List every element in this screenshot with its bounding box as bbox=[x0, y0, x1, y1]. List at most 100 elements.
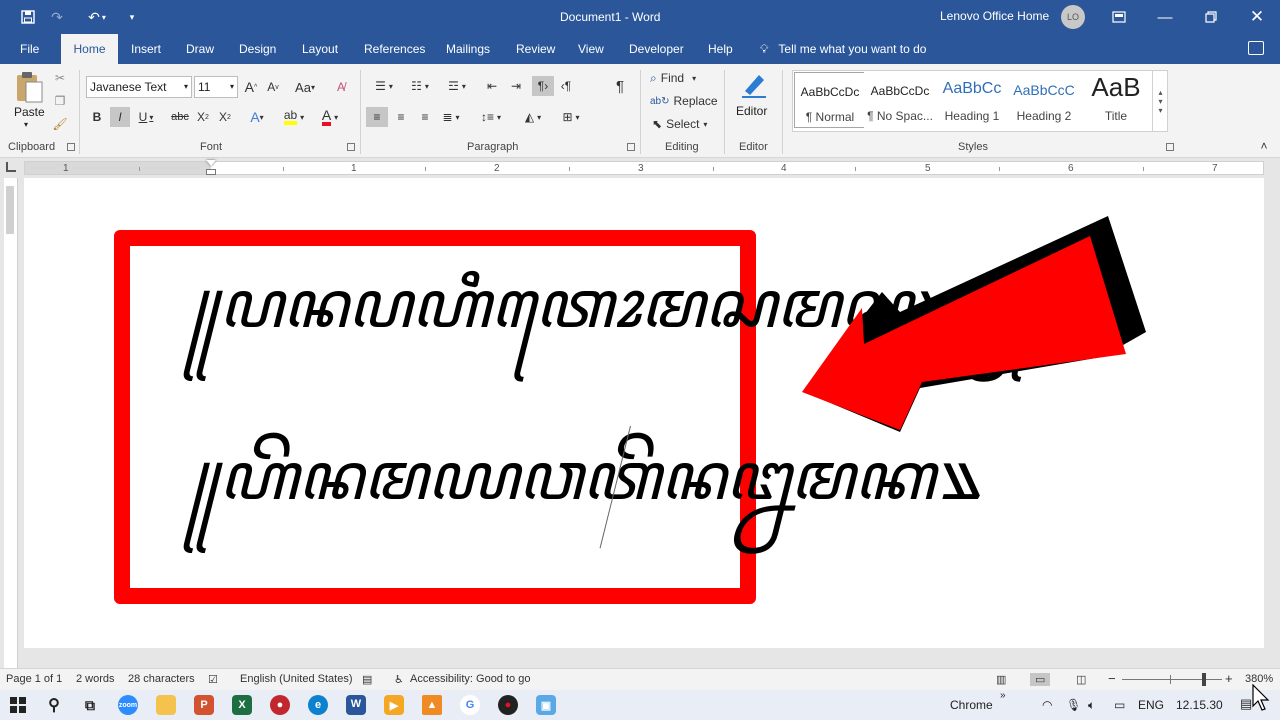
font-size-box[interactable]: 11 ▾ bbox=[194, 76, 238, 98]
indent-marker-icon[interactable] bbox=[206, 160, 216, 166]
style-normal[interactable]: AaBbCcDc ¶ Normal bbox=[794, 72, 866, 128]
show-marks-icon[interactable]: ¶ bbox=[610, 76, 630, 96]
input-language[interactable]: ENG bbox=[1138, 698, 1164, 712]
cut-icon[interactable]: ✂ bbox=[52, 70, 68, 86]
ruler-track[interactable]: 1 1 2 3 4 5 6 7 bbox=[24, 160, 1264, 175]
editor-button[interactable]: Editor bbox=[736, 104, 767, 118]
rtl-icon[interactable]: ‹¶ bbox=[556, 76, 576, 96]
language-status[interactable]: English (United States) bbox=[240, 673, 353, 685]
highlight-icon[interactable]: ab ▾ bbox=[278, 107, 310, 127]
tab-layout[interactable]: Layout bbox=[292, 34, 348, 64]
comments-icon[interactable] bbox=[1248, 41, 1264, 55]
word-icon[interactable]: W bbox=[346, 695, 366, 715]
zoom-in-icon[interactable]: + bbox=[1225, 671, 1233, 686]
line-spacing-icon[interactable]: ↕≡ ▾ bbox=[474, 107, 508, 127]
grow-font-icon[interactable]: A ^ bbox=[242, 77, 260, 97]
underline-icon[interactable]: U ▾ bbox=[134, 107, 158, 127]
task-view-icon[interactable]: ⧉ bbox=[80, 695, 100, 715]
shrink-font-icon[interactable]: Av bbox=[264, 77, 282, 97]
text-effects-icon[interactable]: A ▾ bbox=[244, 107, 270, 127]
bullets-icon[interactable]: ☰ ▾ bbox=[368, 76, 400, 96]
tab-review[interactable]: Review bbox=[506, 34, 565, 64]
microphone-icon[interactable]: 🎙︎ bbox=[1066, 698, 1081, 712]
volume-icon[interactable]: 🔈︎ bbox=[1088, 698, 1095, 713]
vlc-icon[interactable]: ▲ bbox=[422, 695, 442, 715]
search-icon[interactable]: ⚲ bbox=[44, 695, 64, 715]
windows-start-icon[interactable] bbox=[8, 695, 28, 715]
find-button[interactable]: ⌕ Find ▾ bbox=[650, 69, 712, 87]
notifications-icon[interactable]: ▤ bbox=[1240, 696, 1252, 712]
multilevel-list-icon[interactable]: ☲ ▾ bbox=[440, 76, 474, 96]
battery-icon[interactable]: ▭ bbox=[1114, 698, 1125, 712]
redo-icon[interactable]: ↷ bbox=[46, 0, 68, 34]
tab-file[interactable]: File bbox=[10, 34, 49, 64]
proofing-icon[interactable]: ☑ bbox=[208, 673, 218, 686]
superscript-icon[interactable]: X2 bbox=[216, 107, 234, 127]
increase-indent-icon[interactable]: ⇥ bbox=[506, 76, 526, 96]
zoom-thumb[interactable] bbox=[1202, 673, 1206, 686]
minimize-icon[interactable]: — bbox=[1142, 0, 1188, 34]
tab-design[interactable]: Design bbox=[229, 34, 286, 64]
media-player-icon[interactable]: ▶ bbox=[384, 695, 404, 715]
excel-icon[interactable]: X bbox=[232, 695, 252, 715]
italic-icon[interactable]: I bbox=[110, 107, 130, 127]
decrease-indent-icon[interactable]: ⇤ bbox=[482, 76, 502, 96]
subscript-icon[interactable]: X2 bbox=[194, 107, 212, 127]
replace-button[interactable]: ab↻ Replace bbox=[650, 92, 718, 110]
collapse-ribbon-icon[interactable]: ˄ bbox=[1256, 138, 1272, 154]
styles-scroll[interactable]: ▴ ▾ ▾ bbox=[1152, 70, 1168, 132]
font-name-box[interactable]: Javanese Text ▾ bbox=[86, 76, 192, 98]
numbering-icon[interactable]: ☷ ▾ bbox=[404, 76, 436, 96]
paste-icon[interactable] bbox=[12, 70, 46, 104]
align-right-icon[interactable]: ≡ bbox=[414, 107, 436, 127]
character-count[interactable]: 28 characters bbox=[128, 673, 195, 685]
clipboard-launcher-icon[interactable] bbox=[67, 143, 75, 151]
text-frame[interactable]: ꧋ꦥꦤꦥꦲꦶꦠꦺꦴꦩꦱꦩꦱ꧈ꦥ꧀ ꧋ꦲꦼꦤꦩꦪꦮꦠꦼꦤꦊꦩꦏ꧉ bbox=[114, 230, 1032, 604]
powerpoint-icon[interactable]: P bbox=[194, 695, 214, 715]
tab-selector-icon[interactable] bbox=[6, 162, 16, 172]
change-case-icon[interactable]: Aa ▾ bbox=[290, 77, 320, 97]
tab-references[interactable]: References bbox=[354, 34, 435, 64]
tab-mailings[interactable]: Mailings bbox=[436, 34, 500, 64]
page-count[interactable]: Page 1 of 1 bbox=[6, 673, 62, 685]
styles-launcher-icon[interactable] bbox=[1166, 143, 1174, 151]
style-heading-1[interactable]: AaBbCc Heading 1 bbox=[936, 72, 1008, 128]
track-changes-icon[interactable]: ▤ bbox=[362, 673, 372, 686]
justify-icon[interactable]: ≣ ▾ bbox=[436, 107, 466, 127]
word-count[interactable]: 2 words bbox=[76, 673, 115, 685]
vertical-ruler[interactable] bbox=[4, 178, 18, 668]
save-icon[interactable] bbox=[14, 0, 42, 34]
editor-pen-icon[interactable] bbox=[738, 68, 770, 100]
edge-icon[interactable]: e bbox=[308, 695, 328, 715]
web-layout-icon[interactable]: ◫ bbox=[1076, 673, 1086, 686]
paste-dropdown-icon[interactable]: ▾ bbox=[24, 120, 28, 129]
strikethrough-icon[interactable]: abc bbox=[170, 107, 190, 127]
chrome-icon[interactable]: G bbox=[460, 695, 480, 715]
recorder-icon[interactable]: ● bbox=[498, 695, 518, 715]
close-icon[interactable]: ✕ bbox=[1234, 0, 1280, 34]
tab-developer[interactable]: Developer bbox=[619, 34, 694, 64]
tab-help[interactable]: Help bbox=[698, 34, 743, 64]
remote-desktop-icon[interactable]: ▣ bbox=[536, 695, 556, 715]
zoom-app-icon[interactable]: zoom bbox=[118, 695, 138, 715]
show-hidden-icons-icon[interactable]: » bbox=[1000, 690, 1006, 701]
app-icon[interactable]: ● bbox=[270, 695, 290, 715]
print-layout-icon[interactable]: ▭ bbox=[1030, 673, 1051, 686]
clear-formatting-icon[interactable]: A̸ bbox=[332, 77, 350, 97]
restore-icon[interactable] bbox=[1188, 0, 1234, 34]
borders-icon[interactable]: ⊞ ▾ bbox=[554, 107, 588, 127]
align-center-icon[interactable]: ≡ bbox=[390, 107, 412, 127]
hanging-indent-icon[interactable] bbox=[206, 169, 216, 175]
tab-home[interactable]: Home bbox=[61, 34, 118, 64]
zoom-out-icon[interactable]: − bbox=[1108, 671, 1116, 686]
tab-draw[interactable]: Draw bbox=[176, 34, 224, 64]
wifi-icon[interactable]: ◠ bbox=[1042, 698, 1052, 712]
tab-view[interactable]: View bbox=[568, 34, 614, 64]
paragraph-launcher-icon[interactable] bbox=[627, 143, 635, 151]
active-app-label[interactable]: Chrome bbox=[950, 698, 993, 712]
format-painter-icon[interactable]: 🖌︎ bbox=[52, 116, 68, 132]
focus-mode-icon[interactable]: ▥ bbox=[996, 673, 1006, 686]
paste-button[interactable]: Paste bbox=[14, 105, 45, 119]
clock[interactable]: 12.15.30 bbox=[1176, 698, 1223, 712]
font-launcher-icon[interactable] bbox=[347, 143, 355, 151]
